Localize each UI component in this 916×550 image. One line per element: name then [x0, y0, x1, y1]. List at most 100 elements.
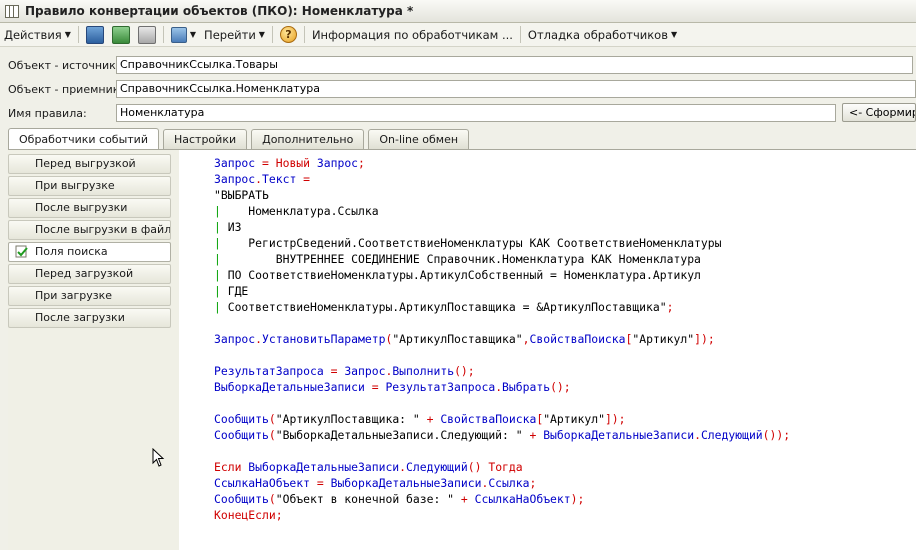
code-line: | ВНУТРЕННЕЕ СОЕДИНЕНИЕ Справочник.Номен…: [214, 251, 701, 267]
handler-on-import[interactable]: При загрузке: [8, 286, 171, 306]
save-icon: [85, 25, 104, 44]
mouse-cursor-icon: [152, 448, 165, 467]
generate-button[interactable]: <- Сформировать: [842, 103, 916, 122]
tab-strip: Обработчики событий Настройки Дополнител…: [8, 127, 473, 150]
code-token: Новый: [275, 156, 311, 170]
goto-menu[interactable]: Перейти ▼: [200, 25, 269, 44]
code-editor[interactable]: Запрос = Новый Запрос; Запрос.Текст = "В…: [196, 150, 916, 550]
target-label: Объект - приемник:: [8, 83, 124, 96]
code-token: РезультатЗапроса: [385, 380, 496, 394]
tab-event-handlers[interactable]: Обработчики событий: [8, 128, 159, 150]
code-line: Запрос.Текст =: [214, 171, 310, 187]
code-token: =: [364, 380, 386, 394]
code-line: | СоответствиеНоменклатуры.АртикулПостав…: [214, 299, 673, 315]
debug-menu[interactable]: Отладка обработчиков ▼: [524, 25, 681, 44]
code-line: ВыборкаДетальныеЗаписи = РезультатЗапрос…: [214, 379, 571, 395]
code-token: ВыборкаДетальныеЗаписи: [214, 380, 365, 394]
help-icon: ?: [279, 26, 297, 43]
code-token: +: [419, 412, 441, 426]
rule-name-field[interactable]: Номенклатура: [116, 104, 836, 122]
handler-after-import[interactable]: После загрузки: [8, 308, 171, 328]
code-token: Ссылка: [488, 476, 530, 490]
copy-button[interactable]: [134, 25, 160, 44]
actions-menu[interactable]: Действия ▼: [0, 25, 75, 44]
code-token: ();: [550, 380, 571, 394]
toolbar: Действия ▼ ▼ Перейти ▼ ? Информация по обр…: [0, 23, 916, 47]
code-token: "Артикул": [543, 412, 605, 426]
debug-menu-label: Отладка обработчиков: [527, 27, 668, 42]
code-token: +: [454, 492, 475, 506]
dropdown-arrow-icon: ▼: [64, 30, 71, 39]
handlers-info-button[interactable]: Информация по обработчикам ...: [308, 25, 517, 44]
code-token: КонецЕсли;: [214, 508, 283, 522]
write-button[interactable]: [82, 25, 108, 44]
code-line: РезультатЗапроса = Запрос.Выполнить();: [214, 363, 475, 379]
code-token: "ВыборкаДетальныеЗаписи.Следующий: ": [275, 428, 523, 442]
code-token: СвойстваПоиска: [440, 412, 537, 426]
code-token: Выбрать: [502, 380, 551, 394]
code-line: Сообщить("ВыборкаДетальныеЗаписи.Следующ…: [214, 427, 790, 443]
code-token: ГДЕ: [227, 284, 249, 298]
code-token: Следующий: [406, 460, 468, 474]
code-token: РегистрСведений.СоответствиеНоменклатуры…: [227, 236, 722, 250]
check-icon: [15, 245, 28, 258]
code-token: .: [399, 460, 407, 474]
code-token: |: [214, 220, 228, 234]
code-token: (: [268, 428, 276, 442]
target-field[interactable]: СправочникСсылка.Номенклатура: [116, 80, 916, 98]
handler-after-export[interactable]: После выгрузки: [8, 198, 171, 218]
code-line: Запрос.УстановитьПараметр("АртикулПостав…: [214, 331, 715, 347]
code-token: РезультатЗапроса: [214, 364, 324, 378]
actions-menu-label: Действия: [4, 27, 62, 42]
code-token: Запрос: [344, 364, 386, 378]
code-token: СсылкаНаОбъект: [474, 492, 571, 506]
code-line: | ГДЕ: [214, 283, 248, 299]
code-token: Следующий: [700, 428, 763, 442]
code-token: ;: [529, 476, 537, 490]
code-line: "ВЫБРАТЬ: [214, 187, 269, 203]
help-button[interactable]: ?: [276, 25, 301, 44]
source-label: Объект - источник:: [8, 59, 120, 72]
code-token: "АртикулПоставщика": [392, 332, 523, 346]
toolbar-separator: [519, 26, 521, 43]
code-token: (: [268, 492, 276, 506]
handler-before-export[interactable]: Перед выгрузкой: [8, 154, 171, 174]
code-line: СсылкаНаОбъект = ВыборкаДетальныеЗаписи.…: [214, 475, 536, 491]
code-token: |: [214, 252, 228, 266]
rule-name-label: Имя правила:: [8, 107, 87, 120]
code-gutter: [179, 150, 196, 550]
code-line: Если ВыборкаДетальныеЗаписи.Следующий() …: [214, 459, 523, 475]
code-token: .: [694, 428, 701, 442]
code-token: Выполнить: [392, 364, 455, 378]
handler-search-fields-label: Поля поиска: [35, 245, 108, 258]
code-token: |: [214, 284, 228, 298]
window-title: Правило конвертации объектов (ПКО): Номе…: [25, 4, 414, 18]
code-token: Сообщить: [214, 412, 269, 426]
code-token: ;: [358, 156, 365, 170]
tool-icon: [170, 26, 187, 43]
code-line: | РегистрСведений.СоответствиеНоменклату…: [214, 235, 721, 251]
toolbar-separator: [162, 26, 164, 43]
tab-online-exchange[interactable]: On-line обмен: [368, 129, 470, 149]
generate-menu[interactable]: ▼: [167, 25, 200, 44]
tab-additional[interactable]: Дополнительно: [251, 129, 365, 149]
handler-on-export[interactable]: При выгрузке: [8, 176, 171, 196]
code-token: ПО СоответствиеНоменклатуры.АртикулСобст…: [227, 268, 701, 282]
handler-before-import[interactable]: Перед загрузкой: [8, 264, 171, 284]
source-field[interactable]: СправочникСсылка.Товары: [116, 56, 913, 74]
handler-after-export-file[interactable]: После выгрузки в файл: [8, 220, 171, 240]
code-token: Запрос: [214, 172, 256, 186]
code-token: Сообщить: [214, 492, 269, 506]
toolbar-separator: [271, 26, 273, 43]
code-token: ВыборкаДетальныеЗаписи: [543, 428, 695, 442]
code-token: +: [522, 428, 544, 442]
title-bar: Правило конвертации объектов (ПКО): Номе…: [0, 0, 916, 23]
refresh-button[interactable]: [108, 25, 134, 44]
toolbar-separator: [303, 26, 305, 43]
handler-search-fields[interactable]: Поля поиска: [8, 242, 171, 262]
code-token: () Тогда: [467, 460, 523, 474]
code-token: ВыборкаДетальныеЗаписи: [330, 476, 482, 490]
code-token: СвойстваПоиска: [529, 332, 626, 346]
code-token: ;: [666, 300, 674, 314]
tab-settings[interactable]: Настройки: [162, 129, 248, 149]
